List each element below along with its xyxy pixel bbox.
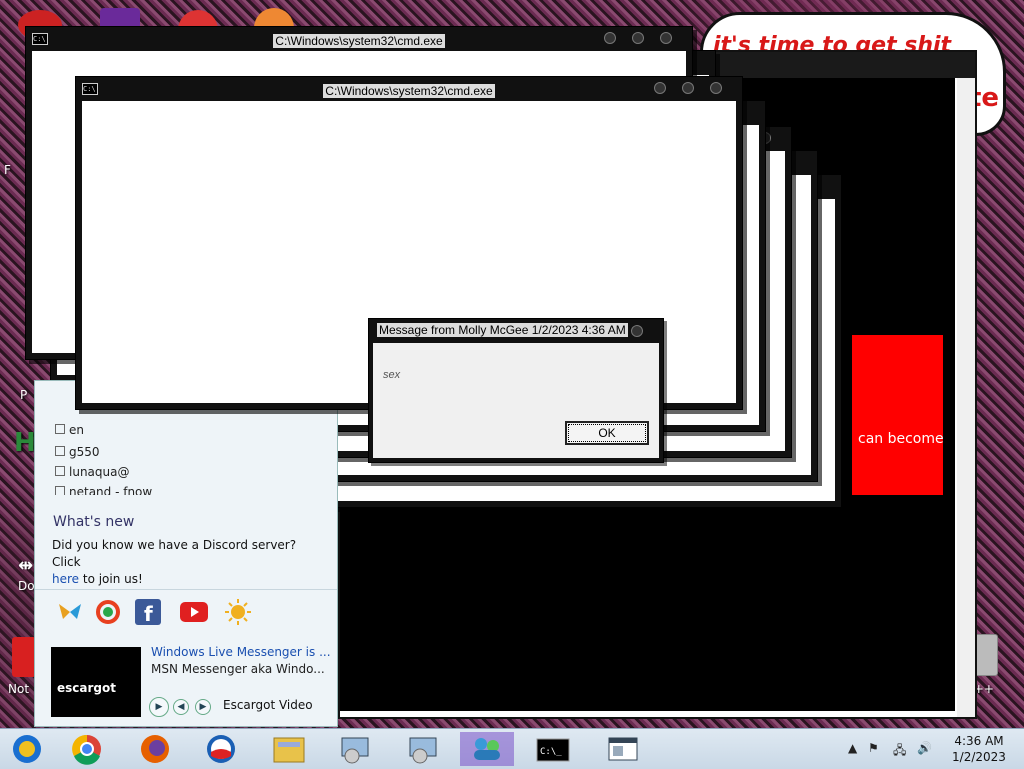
cmd-title: C:\Windows\system32\cmd.exe xyxy=(273,34,445,48)
contact-item[interactable]: g550 xyxy=(55,445,100,459)
dialog-close-button[interactable] xyxy=(631,325,643,337)
show-hidden-icons[interactable]: ▲ xyxy=(848,741,857,755)
browser-scrollbar[interactable] xyxy=(957,78,975,717)
minimize-button[interactable] xyxy=(654,82,666,94)
start-button[interactable] xyxy=(0,732,54,766)
desktop-label-not: Not xyxy=(8,682,30,696)
svg-text:f: f xyxy=(144,602,153,625)
video-description: MSN Messenger aka Windo... xyxy=(151,662,325,676)
red-banner-text: can become xyxy=(858,431,944,447)
cmd-titlebar[interactable]: C:\ C:\Windows\system32\cmd.exe xyxy=(26,27,692,49)
ok-button[interactable]: OK xyxy=(565,421,649,445)
installer-icon-2[interactable] xyxy=(396,732,450,766)
contact-name: lunaqua@ xyxy=(69,465,130,479)
firefox-icon[interactable] xyxy=(128,732,182,766)
messenger-panel: en g550 lunaqua@ netand - fnow What's ne… xyxy=(34,380,338,727)
contact-item[interactable]: en xyxy=(55,423,84,437)
discord-notice: Did you know we have a Discord server? C… xyxy=(52,537,327,588)
svg-text:C:\_: C:\_ xyxy=(540,747,562,757)
desktop-label-h: H xyxy=(14,428,36,458)
cmd-icon[interactable]: C:\_ xyxy=(526,732,580,766)
video-label: Escargot Video xyxy=(223,698,313,712)
dialog-title: Message from Molly McGee 1/2/2023 4:36 A… xyxy=(377,323,628,337)
discord-tail: to join us! xyxy=(79,572,143,586)
desktop-red-icon[interactable] xyxy=(12,637,36,677)
maximize-button[interactable] xyxy=(632,32,644,44)
installer-icon[interactable] xyxy=(328,732,382,766)
contact-name: en xyxy=(69,423,84,437)
dialog-body: sex OK xyxy=(373,343,659,458)
window-icon[interactable] xyxy=(596,732,650,766)
clock-date: 1/2/2023 xyxy=(952,750,1006,764)
message-dialog: Message from Molly McGee 1/2/2023 4:36 A… xyxy=(368,318,664,463)
weather-sun-icon[interactable] xyxy=(225,599,251,625)
taskbar: C:\_ ▲ ⚑ 🖧 🔊 4:36 AM 1/2/2023 xyxy=(0,728,1024,769)
video-title[interactable]: Windows Live Messenger is ... xyxy=(151,645,331,659)
minimize-button[interactable] xyxy=(604,32,616,44)
contact-name: g550 xyxy=(69,445,100,459)
status-icon xyxy=(55,424,65,434)
close-button[interactable] xyxy=(710,82,722,94)
video-thumbnail[interactable]: escargot xyxy=(51,647,141,717)
video-thumbnail-text: escargot xyxy=(57,681,116,695)
contact-name: netand - fnow xyxy=(69,485,153,495)
clock-time: 4:36 AM xyxy=(954,734,1004,748)
network-icon[interactable]: 🖧 xyxy=(893,741,906,762)
status-icon xyxy=(55,466,65,476)
contact-item[interactable]: netand - fnow xyxy=(55,485,152,495)
desktop-label-p: P xyxy=(20,388,28,402)
cmd-titlebar[interactable]: C:\ C:\Windows\system32\cmd.exe xyxy=(76,77,742,99)
discord-text: Did you know we have a Discord server? C… xyxy=(52,538,297,569)
volume-icon[interactable]: 🔊 xyxy=(917,741,932,755)
desktop-label-do: Do xyxy=(18,579,35,593)
cmd-title: C:\Windows\system32\cmd.exe xyxy=(323,84,495,98)
discord-link[interactable]: here xyxy=(52,572,79,586)
contact-item[interactable]: lunaqua@ xyxy=(55,465,129,479)
close-button[interactable] xyxy=(660,32,672,44)
dialog-message: sex xyxy=(383,369,401,381)
next-icon[interactable]: ▶ xyxy=(195,699,211,715)
action-center-flag-icon[interactable]: ⚑ xyxy=(868,741,879,755)
whats-new-heading: What's new xyxy=(53,514,135,530)
previous-icon[interactable]: ◀ xyxy=(173,699,189,715)
obama-icon[interactable] xyxy=(194,732,248,766)
msn-messenger-icon[interactable] xyxy=(460,732,514,766)
youtube-icon[interactable] xyxy=(179,599,209,625)
file-explorer-icon[interactable] xyxy=(262,732,316,766)
escargot-icon[interactable] xyxy=(95,599,121,625)
maximize-button[interactable] xyxy=(682,82,694,94)
status-icon xyxy=(55,486,65,495)
chrome-icon[interactable] xyxy=(60,732,114,766)
divider xyxy=(35,589,337,590)
facebook-icon[interactable]: f xyxy=(135,599,161,625)
resize-cursor-icon: ⇹ xyxy=(18,555,34,576)
red-banner: can become xyxy=(852,335,944,495)
system-clock[interactable]: 4:36 AM 1/2/2023 xyxy=(946,733,1012,765)
desktop-label-f: F xyxy=(4,163,11,177)
play-icon[interactable]: ▶ xyxy=(149,697,169,717)
butterfly-icon[interactable] xyxy=(57,599,83,625)
status-icon xyxy=(55,446,65,456)
